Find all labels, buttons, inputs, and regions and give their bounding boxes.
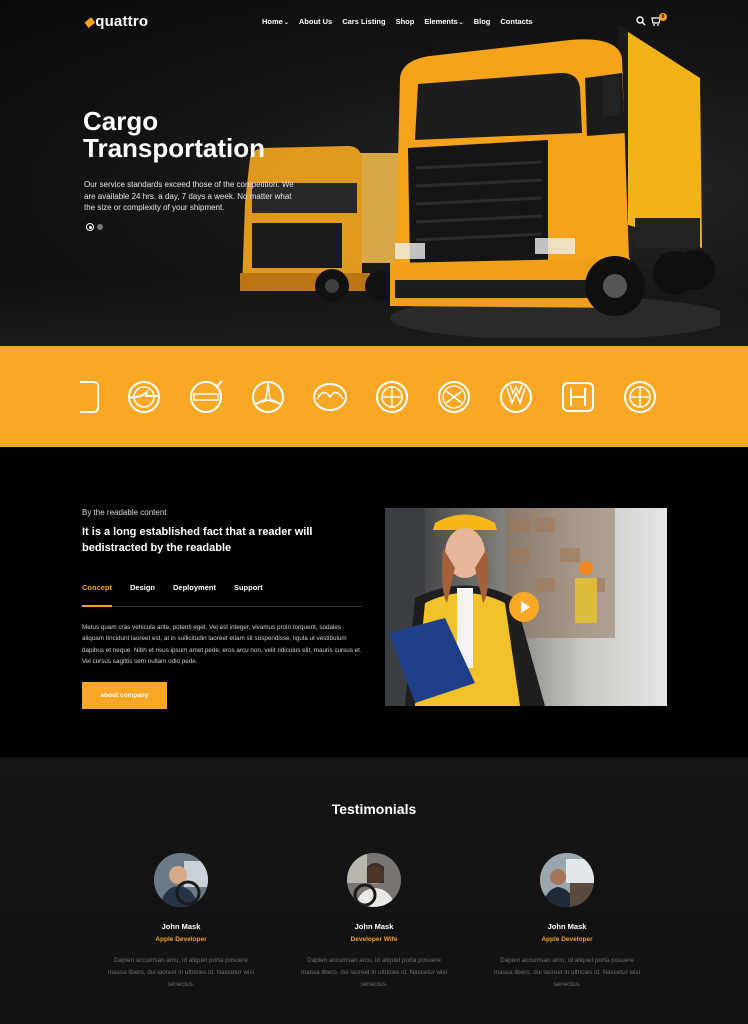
testimonial-card: John Mask Apple Developer Dapien accumsa… [492, 853, 642, 991]
testimonials-title: Testimonials [331, 801, 417, 817]
main-menu: Home⌄ About Us Cars Listing Shop Element… [262, 17, 542, 26]
mercedes-logo-icon[interactable] [250, 379, 286, 415]
tab-deployment[interactable]: Deployment [173, 583, 216, 592]
chevron-down-icon: ⌄ [283, 20, 289, 26]
opel-logo-icon[interactable] [126, 379, 162, 415]
mazda-logo-icon[interactable] [312, 379, 348, 415]
tab-design[interactable]: Design [130, 583, 155, 592]
tab-concept[interactable]: Concept [82, 583, 112, 592]
testimonial-name: John Mask [354, 922, 394, 931]
logo[interactable]: ◆ quattro [84, 13, 148, 30]
hero-description: Our service standards exceed those of th… [84, 180, 294, 212]
about-company-button[interactable]: about company [82, 682, 167, 709]
avatar [347, 853, 401, 907]
volkswagen-logo-icon[interactable] [498, 379, 534, 415]
about-title: It is a long established fact that a rea… [82, 526, 313, 554]
brand-logos-strip [0, 346, 748, 447]
play-video-icon[interactable] [509, 592, 539, 622]
hero-title: Cargo Transportation [83, 106, 266, 163]
cart-count-badge: 0 [659, 13, 667, 21]
about-eyebrow: By the readable content [82, 508, 167, 517]
menu-about[interactable]: About Us [299, 17, 332, 26]
tab-content-text: Metus quam cras vehicula ante, potenti e… [82, 624, 362, 665]
testimonial-card: John Mask Developer Wife Dapien accumsan… [299, 853, 449, 991]
menu-cars-listing[interactable]: Cars Listing [342, 17, 385, 26]
tab-divider [82, 606, 362, 607]
testimonial-card: John Mask Apple Developer Dapien accumsa… [106, 853, 256, 991]
avatar [540, 853, 594, 907]
slider-dot-active[interactable] [86, 223, 94, 231]
worker-photo[interactable] [385, 508, 667, 706]
menu-home[interactable]: Home⌄ [262, 17, 289, 26]
testimonial-quote: Dapien accumsan arcu, id aliquet porta p… [494, 957, 640, 988]
about-section: By the readable content It is a long est… [0, 447, 748, 757]
menu-shop[interactable]: Shop [396, 17, 415, 26]
hero-section: ◆ quattro Home⌄ About Us Cars Listing Sh… [0, 0, 748, 346]
testimonial-name: John Mask [161, 922, 201, 931]
menu-contacts[interactable]: Contacts [500, 17, 532, 26]
bmw-logo-icon[interactable] [374, 379, 410, 415]
testimonials-section: Testimonials John Mask Apple Developer D… [0, 757, 748, 1024]
about-tabs: Concept Design Deployment Support [82, 583, 281, 592]
testimonial-quote: Dapien accumsan arcu, id aliquet porta p… [108, 957, 254, 988]
active-tab-indicator [82, 605, 112, 607]
volvo-logo-icon[interactable] [188, 379, 224, 415]
testimonial-role: Developer Wife [350, 936, 398, 943]
alfa-logo-icon[interactable] [436, 379, 472, 415]
menu-blog[interactable]: Blog [474, 17, 491, 26]
logo-text: quattro [95, 13, 149, 30]
honda-logo-icon[interactable] [560, 379, 596, 415]
top-nav: ◆ quattro Home⌄ About Us Cars Listing Sh… [0, 0, 748, 44]
partial-logo-icon[interactable] [75, 379, 102, 415]
testimonial-quote: Dapien accumsan arcu, id aliquet porta p… [301, 957, 447, 988]
truck-image [240, 26, 720, 338]
slider-dots [86, 223, 103, 231]
search-icon[interactable] [636, 16, 646, 26]
testimonial-role: Apple Developer [541, 936, 593, 943]
menu-elements[interactable]: Elements⌄ [424, 17, 463, 26]
testimonial-role: Apple Developer [155, 936, 207, 943]
bmw-logo-icon[interactable] [622, 379, 658, 415]
tab-support[interactable]: Support [234, 583, 263, 592]
testimonial-name: John Mask [547, 922, 587, 931]
logo-mark-icon: ◆ [84, 13, 95, 29]
avatar [154, 853, 208, 907]
chevron-down-icon: ⌄ [458, 20, 464, 26]
slider-dot[interactable] [97, 224, 103, 230]
